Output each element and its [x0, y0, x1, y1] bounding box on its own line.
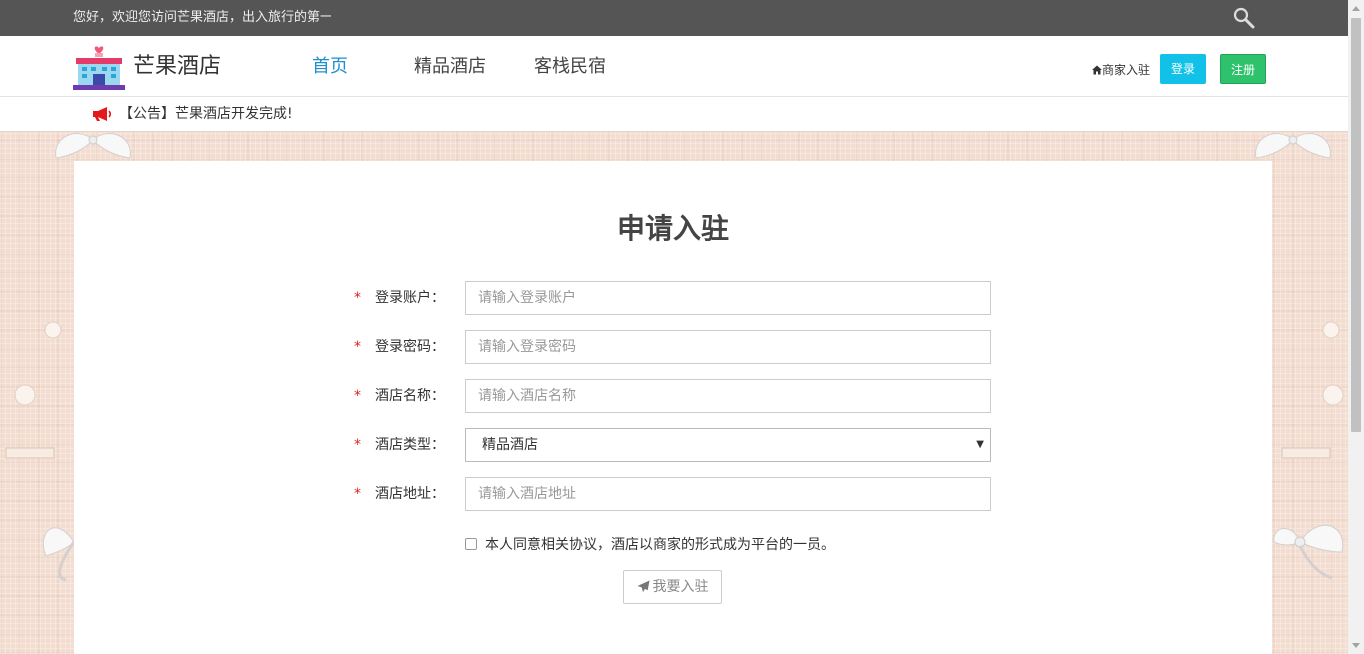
- welcome-text: 您好，欢迎您访问芒果酒店，出入旅行的第一选择！: [73, 10, 331, 25]
- hotel-logo-icon[interactable]: [73, 44, 125, 90]
- form-row-hotel-address: * 酒店地址：: [74, 477, 1272, 511]
- scroll-up-icon[interactable]: [1352, 6, 1360, 11]
- required-mark: *: [354, 388, 361, 404]
- hotel-type-select[interactable]: 精品酒店 ▼: [465, 428, 991, 462]
- megaphone-icon: [93, 107, 112, 121]
- page-scrollbar[interactable]: [1348, 0, 1364, 654]
- ribbon-decoration: [5, 447, 55, 459]
- field-label-password: 登录密码：: [375, 339, 445, 355]
- chevron-down-icon: ▼: [976, 439, 984, 450]
- merchant-join-link[interactable]: 商家入驻: [1092, 36, 1150, 104]
- submit-application-button[interactable]: 我要入驻: [623, 570, 722, 604]
- form-row-password: * 登录密码：: [74, 330, 1272, 364]
- login-account-input[interactable]: [465, 281, 991, 315]
- required-mark: *: [354, 437, 361, 453]
- form-row-account: * 登录账户：: [74, 281, 1272, 315]
- application-form-card: 申请入驻 * 登录账户： * 登录密码： * 酒店名称： * 酒店类型： 精品酒…: [74, 161, 1272, 654]
- site-header: 芒果酒店 首页 精品酒店 客栈民宿 商家入驻 登录 注册: [0, 36, 1348, 97]
- nav-home[interactable]: 首页: [312, 36, 348, 98]
- ribbon-bow-decoration: [55, 133, 131, 159]
- required-mark: *: [354, 486, 361, 502]
- login-password-input[interactable]: [465, 330, 991, 364]
- pearl-decoration: [14, 384, 36, 406]
- nav-inns[interactable]: 客栈民宿: [534, 36, 606, 98]
- form-title: 申请入驻: [616, 212, 729, 245]
- ribbon-bow-decoration: [1255, 133, 1331, 159]
- pearl-decoration: [1322, 384, 1344, 406]
- pearl-decoration: [1322, 321, 1340, 339]
- brand-name[interactable]: 芒果酒店: [133, 36, 221, 98]
- home-icon: [1092, 65, 1102, 75]
- ribbon-decoration: [1281, 447, 1331, 459]
- form-row-hotel-type: * 酒店类型： 精品酒店 ▼: [74, 428, 1272, 462]
- hotel-type-value: 精品酒店: [482, 437, 538, 453]
- announcement-bar: 【公告】芒果酒店开发完成!: [0, 97, 1348, 132]
- paper-plane-icon: [636, 580, 650, 593]
- announcement-text: 【公告】芒果酒店开发完成!: [119, 106, 293, 122]
- search-icon[interactable]: [1232, 6, 1256, 30]
- agreement-checkbox[interactable]: [465, 538, 477, 550]
- hotel-address-input[interactable]: [465, 477, 991, 511]
- scroll-down-icon[interactable]: [1352, 643, 1360, 648]
- agreement-text: 本人同意相关协议，酒店以商家的形式成为平台的一员。: [485, 537, 835, 553]
- nav-boutique-hotels[interactable]: 精品酒店: [414, 36, 486, 98]
- field-label-hotel-type: 酒店类型：: [375, 437, 445, 453]
- field-label-account: 登录账户：: [375, 290, 445, 306]
- ribbon-bow-decoration: [42, 527, 76, 582]
- pearl-decoration: [44, 321, 62, 339]
- ribbon-bow-decoration: [1273, 524, 1344, 580]
- merchant-join-label: 商家入驻: [1102, 63, 1151, 77]
- field-label-hotel-address: 酒店地址：: [375, 486, 445, 502]
- form-row-hotel-name: * 酒店名称：: [74, 379, 1272, 413]
- scrollbar-thumb[interactable]: [1351, 18, 1361, 432]
- hotel-name-input[interactable]: [465, 379, 991, 413]
- register-button[interactable]: 注册: [1220, 54, 1266, 84]
- required-mark: *: [354, 290, 361, 306]
- login-button[interactable]: 登录: [1160, 54, 1206, 84]
- required-mark: *: [354, 339, 361, 355]
- top-bar: 您好，欢迎您访问芒果酒店，出入旅行的第一选择！: [0, 0, 1348, 36]
- submit-label: 我要入驻: [652, 579, 709, 595]
- field-label-hotel-name: 酒店名称：: [375, 388, 445, 404]
